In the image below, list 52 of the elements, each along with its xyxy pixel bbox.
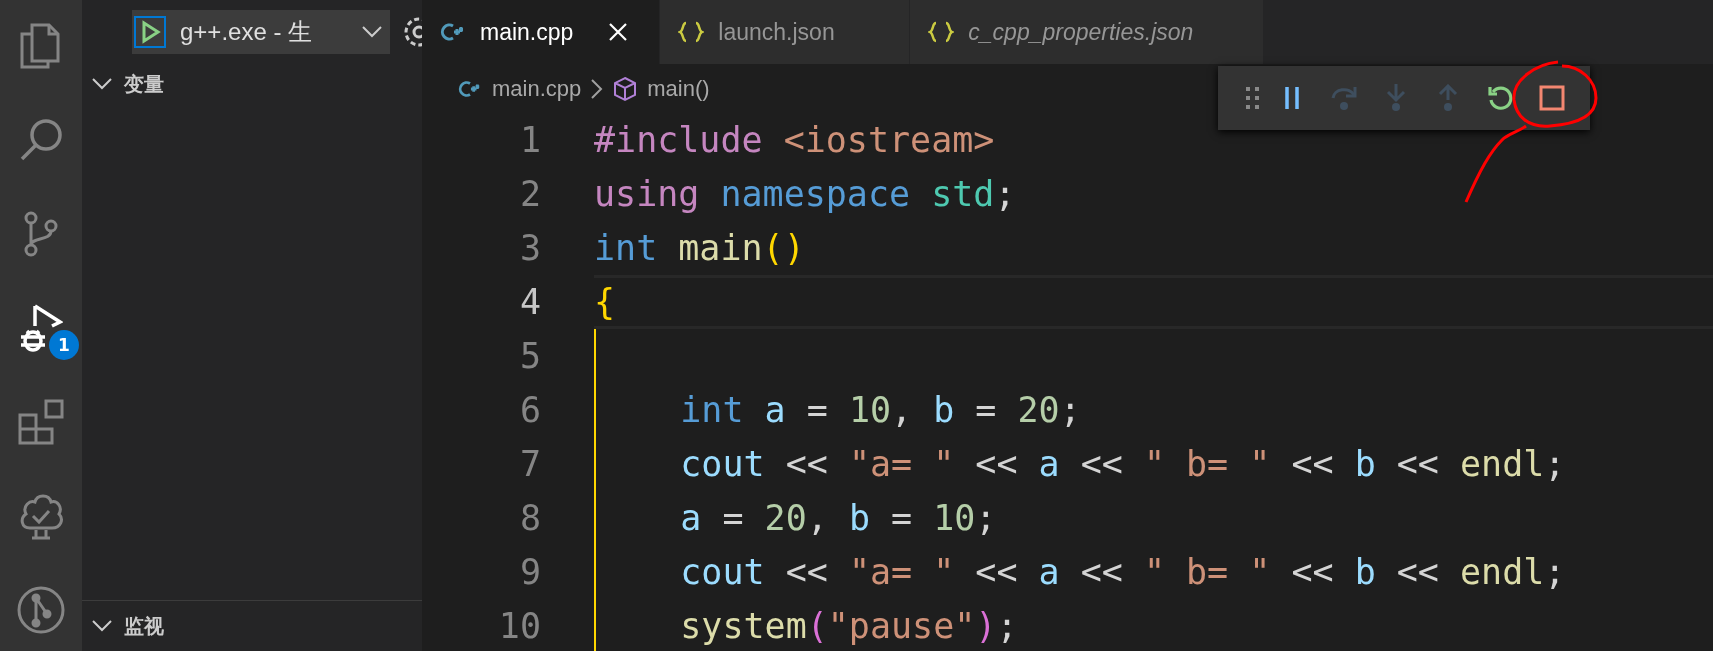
pause-icon[interactable] [1284,87,1300,109]
line-number: 8 [518,497,541,540]
close-icon[interactable] [609,23,628,41]
section-title: 变量 [124,70,164,98]
git-graph-icon[interactable] [16,585,66,635]
extensions-icon[interactable] [16,397,66,447]
code-line: a = 20, b = 10; [679,497,997,540]
code-line: int main() [594,227,805,270]
tab-label: launch.json [718,18,835,46]
section-title: 监视 [124,612,164,640]
chevron-down-icon [92,78,112,90]
chevron-right-icon [591,78,604,99]
section-header[interactable]: 监视 [82,600,422,651]
code-line: { [594,281,616,324]
search-icon[interactable] [18,117,64,163]
section-header[interactable]: 变量 [82,64,422,104]
drag-handle-icon[interactable] [1246,87,1260,109]
debug-config-dropdown[interactable]: g++.exe - 生 [132,10,390,54]
chevron-down-icon [362,26,382,38]
line-number: 6 [518,389,541,432]
cube-icon [613,75,638,102]
code-line: cout << "a= " << a << " b= " << b << endl; [679,551,1566,594]
braces-icon [678,21,705,43]
code-line: using namespace std; [594,173,1016,216]
tree-icon[interactable] [18,492,64,540]
code-line: system("pause"); [679,605,1018,648]
editor-tab[interactable]: launch.json [660,0,911,64]
line-number: 10 [497,605,541,648]
line-number: 7 [518,443,541,486]
count-badge: 1 [49,330,79,360]
line-number: 4 [518,281,541,324]
editor-tab[interactable]: main.cpp [422,0,661,64]
line-number: 1 [518,119,541,162]
tab-label: main.cpp [480,18,574,46]
code-line: int a = 10, b = 20; [679,389,1081,432]
settings-icon[interactable] [402,15,422,49]
stop-icon[interactable] [1539,85,1565,111]
braces-icon [928,21,955,43]
cpp-file-icon [440,21,466,43]
start-debugging-icon[interactable] [134,16,166,48]
code-line: cout << "a= " << a << " b= " << b << endl; [679,443,1566,486]
tab-label: c_cpp_properties.json [968,18,1194,46]
breadcrumb-item[interactable]: main() [647,75,710,102]
restart-icon[interactable] [1487,85,1513,111]
code-line: #include <iostream> [594,119,995,162]
editor-tab[interactable]: c_cpp_properties.json [910,0,1265,64]
chevron-down-icon [92,620,112,632]
breadcrumb-item[interactable]: main.cpp [492,75,582,102]
line-number: 3 [518,227,541,270]
line-number: 9 [518,551,541,594]
line-number: 2 [518,173,541,216]
line-number: 5 [518,335,541,378]
